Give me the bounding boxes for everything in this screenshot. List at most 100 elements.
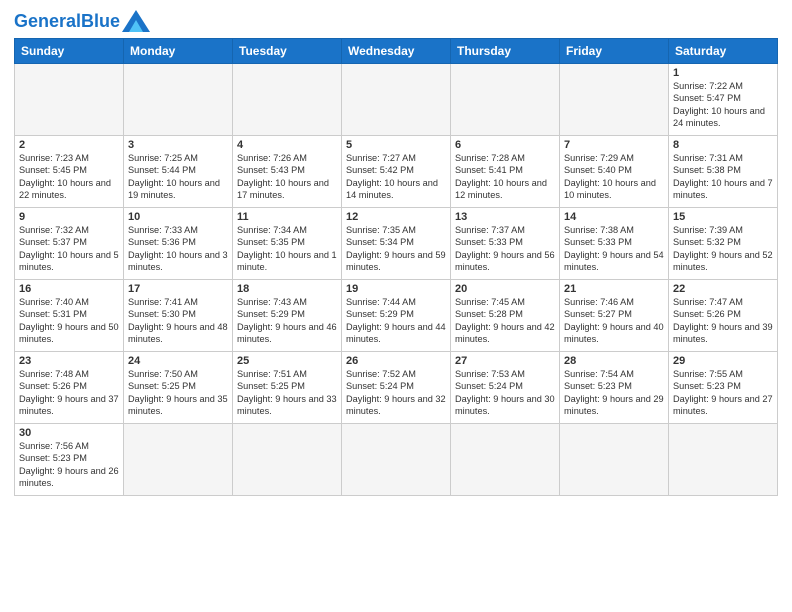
calendar-body: 1Sunrise: 7:22 AM Sunset: 5:47 PM Daylig… (15, 64, 778, 496)
table-row (124, 64, 233, 136)
day-number: 4 (237, 139, 337, 151)
day-number: 30 (19, 427, 119, 439)
col-friday: Friday (560, 39, 669, 64)
day-info: Sunrise: 7:38 AM Sunset: 5:33 PM Dayligh… (564, 224, 664, 274)
day-number: 18 (237, 283, 337, 295)
day-number: 10 (128, 211, 228, 223)
day-number: 8 (673, 139, 773, 151)
table-row: 20Sunrise: 7:45 AM Sunset: 5:28 PM Dayli… (451, 280, 560, 352)
table-row: 28Sunrise: 7:54 AM Sunset: 5:23 PM Dayli… (560, 352, 669, 424)
logo: GeneralBlue (14, 10, 150, 32)
day-info: Sunrise: 7:31 AM Sunset: 5:38 PM Dayligh… (673, 152, 773, 202)
table-row (124, 424, 233, 496)
table-row: 25Sunrise: 7:51 AM Sunset: 5:25 PM Dayli… (233, 352, 342, 424)
day-number: 13 (455, 211, 555, 223)
day-number: 27 (455, 355, 555, 367)
day-info: Sunrise: 7:53 AM Sunset: 5:24 PM Dayligh… (455, 368, 555, 418)
day-number: 22 (673, 283, 773, 295)
day-info: Sunrise: 7:35 AM Sunset: 5:34 PM Dayligh… (346, 224, 446, 274)
table-row (342, 424, 451, 496)
day-number: 1 (673, 67, 773, 79)
table-row (342, 64, 451, 136)
table-row: 11Sunrise: 7:34 AM Sunset: 5:35 PM Dayli… (233, 208, 342, 280)
day-number: 19 (346, 283, 446, 295)
table-row: 29Sunrise: 7:55 AM Sunset: 5:23 PM Dayli… (669, 352, 778, 424)
day-number: 17 (128, 283, 228, 295)
table-row: 2Sunrise: 7:23 AM Sunset: 5:45 PM Daylig… (15, 136, 124, 208)
day-info: Sunrise: 7:23 AM Sunset: 5:45 PM Dayligh… (19, 152, 119, 202)
day-info: Sunrise: 7:32 AM Sunset: 5:37 PM Dayligh… (19, 224, 119, 274)
day-number: 9 (19, 211, 119, 223)
table-row: 27Sunrise: 7:53 AM Sunset: 5:24 PM Dayli… (451, 352, 560, 424)
table-row: 22Sunrise: 7:47 AM Sunset: 5:26 PM Dayli… (669, 280, 778, 352)
day-info: Sunrise: 7:39 AM Sunset: 5:32 PM Dayligh… (673, 224, 773, 274)
day-info: Sunrise: 7:43 AM Sunset: 5:29 PM Dayligh… (237, 296, 337, 346)
day-info: Sunrise: 7:33 AM Sunset: 5:36 PM Dayligh… (128, 224, 228, 274)
logo-icon (122, 10, 150, 32)
day-info: Sunrise: 7:46 AM Sunset: 5:27 PM Dayligh… (564, 296, 664, 346)
day-number: 16 (19, 283, 119, 295)
day-info: Sunrise: 7:45 AM Sunset: 5:28 PM Dayligh… (455, 296, 555, 346)
day-info: Sunrise: 7:28 AM Sunset: 5:41 PM Dayligh… (455, 152, 555, 202)
day-info: Sunrise: 7:37 AM Sunset: 5:33 PM Dayligh… (455, 224, 555, 274)
table-row (560, 424, 669, 496)
day-number: 20 (455, 283, 555, 295)
table-row (451, 64, 560, 136)
table-row (451, 424, 560, 496)
day-number: 21 (564, 283, 664, 295)
col-thursday: Thursday (451, 39, 560, 64)
table-row (560, 64, 669, 136)
table-row: 21Sunrise: 7:46 AM Sunset: 5:27 PM Dayli… (560, 280, 669, 352)
page: GeneralBlue Sunday Monday Tuesday Wednes… (0, 0, 792, 612)
day-info: Sunrise: 7:52 AM Sunset: 5:24 PM Dayligh… (346, 368, 446, 418)
table-row: 3Sunrise: 7:25 AM Sunset: 5:44 PM Daylig… (124, 136, 233, 208)
table-row: 26Sunrise: 7:52 AM Sunset: 5:24 PM Dayli… (342, 352, 451, 424)
day-number: 25 (237, 355, 337, 367)
table-row (15, 64, 124, 136)
day-number: 6 (455, 139, 555, 151)
table-row: 16Sunrise: 7:40 AM Sunset: 5:31 PM Dayli… (15, 280, 124, 352)
day-info: Sunrise: 7:25 AM Sunset: 5:44 PM Dayligh… (128, 152, 228, 202)
table-row: 24Sunrise: 7:50 AM Sunset: 5:25 PM Dayli… (124, 352, 233, 424)
table-row: 17Sunrise: 7:41 AM Sunset: 5:30 PM Dayli… (124, 280, 233, 352)
day-number: 23 (19, 355, 119, 367)
col-saturday: Saturday (669, 39, 778, 64)
day-number: 11 (237, 211, 337, 223)
table-row: 19Sunrise: 7:44 AM Sunset: 5:29 PM Dayli… (342, 280, 451, 352)
col-sunday: Sunday (15, 39, 124, 64)
day-info: Sunrise: 7:56 AM Sunset: 5:23 PM Dayligh… (19, 440, 119, 490)
day-number: 15 (673, 211, 773, 223)
day-number: 14 (564, 211, 664, 223)
col-wednesday: Wednesday (342, 39, 451, 64)
day-info: Sunrise: 7:47 AM Sunset: 5:26 PM Dayligh… (673, 296, 773, 346)
day-info: Sunrise: 7:48 AM Sunset: 5:26 PM Dayligh… (19, 368, 119, 418)
day-info: Sunrise: 7:26 AM Sunset: 5:43 PM Dayligh… (237, 152, 337, 202)
day-info: Sunrise: 7:22 AM Sunset: 5:47 PM Dayligh… (673, 80, 773, 130)
table-row: 7Sunrise: 7:29 AM Sunset: 5:40 PM Daylig… (560, 136, 669, 208)
table-row: 8Sunrise: 7:31 AM Sunset: 5:38 PM Daylig… (669, 136, 778, 208)
day-number: 26 (346, 355, 446, 367)
day-number: 2 (19, 139, 119, 151)
col-monday: Monday (124, 39, 233, 64)
day-number: 3 (128, 139, 228, 151)
day-number: 12 (346, 211, 446, 223)
day-info: Sunrise: 7:50 AM Sunset: 5:25 PM Dayligh… (128, 368, 228, 418)
header: GeneralBlue (14, 10, 778, 32)
table-row: 9Sunrise: 7:32 AM Sunset: 5:37 PM Daylig… (15, 208, 124, 280)
day-info: Sunrise: 7:54 AM Sunset: 5:23 PM Dayligh… (564, 368, 664, 418)
day-info: Sunrise: 7:40 AM Sunset: 5:31 PM Dayligh… (19, 296, 119, 346)
table-row: 23Sunrise: 7:48 AM Sunset: 5:26 PM Dayli… (15, 352, 124, 424)
day-number: 7 (564, 139, 664, 151)
day-number: 24 (128, 355, 228, 367)
day-number: 28 (564, 355, 664, 367)
day-info: Sunrise: 7:41 AM Sunset: 5:30 PM Dayligh… (128, 296, 228, 346)
table-row (233, 424, 342, 496)
table-row: 30Sunrise: 7:56 AM Sunset: 5:23 PM Dayli… (15, 424, 124, 496)
table-row: 1Sunrise: 7:22 AM Sunset: 5:47 PM Daylig… (669, 64, 778, 136)
table-row: 5Sunrise: 7:27 AM Sunset: 5:42 PM Daylig… (342, 136, 451, 208)
day-number: 5 (346, 139, 446, 151)
calendar: Sunday Monday Tuesday Wednesday Thursday… (14, 38, 778, 496)
day-number: 29 (673, 355, 773, 367)
table-row: 18Sunrise: 7:43 AM Sunset: 5:29 PM Dayli… (233, 280, 342, 352)
logo-blue: Blue (81, 11, 120, 31)
